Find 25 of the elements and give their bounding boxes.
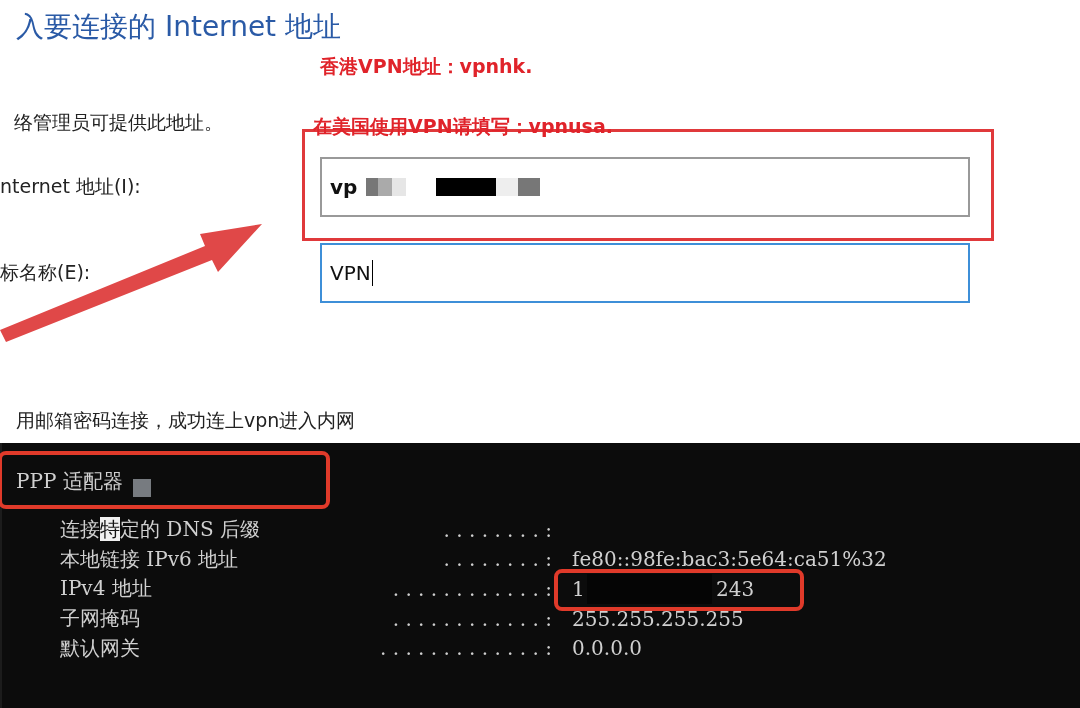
field-label: 标名称(E): <box>0 260 92 285</box>
terminal-label: 子网掩码 <box>59 605 140 633</box>
terminal-value: 243 <box>716 577 755 601</box>
terminal-label: 连接特定的 DNS 后缀 <box>59 516 260 544</box>
dot-leader: . . . . . . . . : <box>442 517 552 542</box>
dot-leader: . . . . . . . . . . . . . : <box>378 636 552 661</box>
hint-text: 络管理员可提供此地址。 <box>14 110 223 135</box>
dot-leader: . . . . . . . . : <box>442 547 552 572</box>
terminal-value: 1 <box>572 577 585 601</box>
caption-text: 用邮箱密码连接，成功连上vpn进入内网 <box>16 408 356 433</box>
terminal-label: IPv4 地址 <box>59 575 152 603</box>
adapter-heading: PPP 适配器 <box>16 467 123 495</box>
terminal-label: 默认网关 <box>59 634 140 662</box>
input-field[interactable]: vp <box>320 157 970 217</box>
field-label: nternet 地址(I): <box>0 174 142 199</box>
terminal-value: fe80::98fe:bac3:5e64:ca51%32 <box>572 547 887 572</box>
terminal-value: 255.255.255.255 <box>572 606 744 631</box>
terminal-value: 0.0.0.0 <box>572 636 642 661</box>
cursor-icon <box>132 479 151 497</box>
terminal-label: 本地链接 IPv6 地址 <box>59 545 239 573</box>
annotation-text: 香港VPN地址：vpnhk. <box>320 54 533 79</box>
dot-leader: . . . . . . . . . . . . : <box>391 577 552 601</box>
dialog-title: 入要连接的 Internet 地址 <box>16 9 341 45</box>
input-field[interactable]: VPN <box>320 243 970 303</box>
dot-leader: . . . . . . . . . . . . : <box>391 606 552 631</box>
